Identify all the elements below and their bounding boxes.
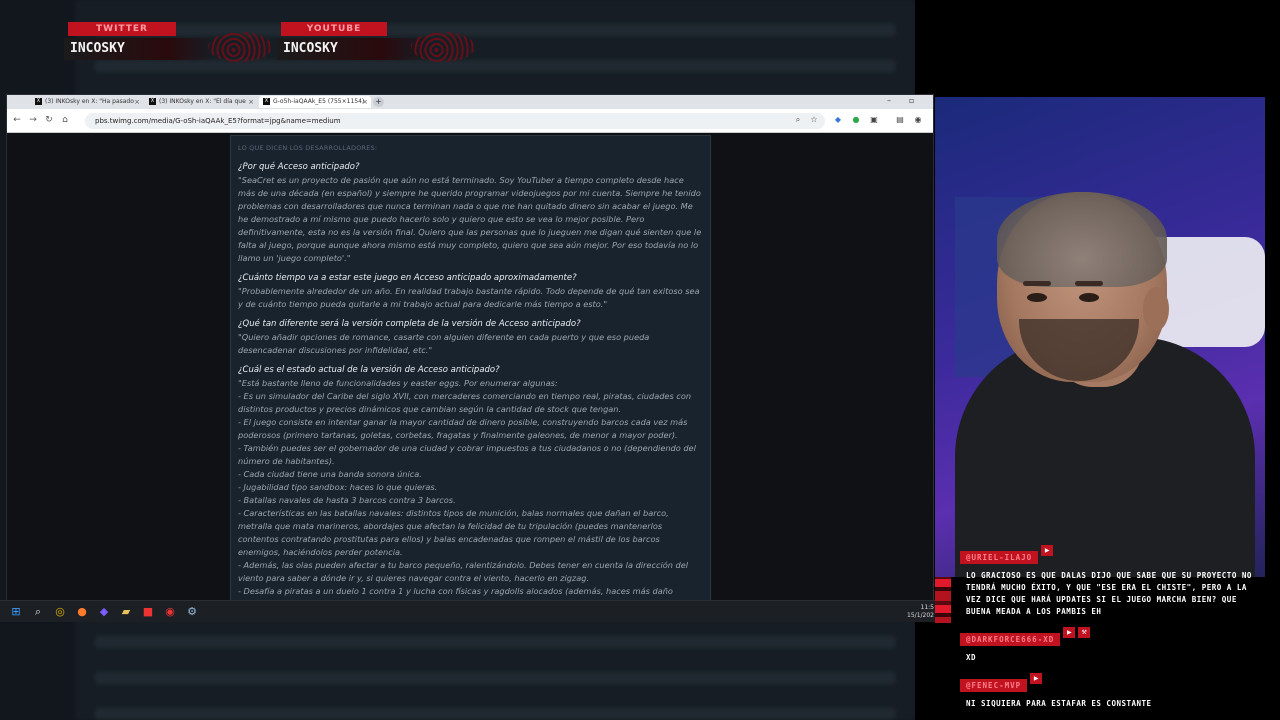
browser-tab-2[interactable]: X (3) INKOsky en X: "El día que × <box>145 96 257 108</box>
chat-username: @FENEC-MVP <box>960 679 1028 692</box>
answer: "Está bastante lleno de funcionalidades … <box>238 378 696 601</box>
system-clock: 11:5 15/1/202 <box>907 604 934 620</box>
steam-icon[interactable]: ⚙ <box>185 605 199 619</box>
streamer-ear <box>1143 287 1169 331</box>
social-badge-youtube: YOUTUBE INCOSKY <box>277 22 481 62</box>
swirl-decoration <box>208 32 272 62</box>
eyebrow <box>1023 281 1051 286</box>
browser-window: X (3) INKOsky en X: "Ha pasado × X (3) INKO… <box>6 94 934 601</box>
close-icon[interactable]: × <box>362 96 368 108</box>
stream-frame: TWITTER INCOSKY YOUTUBE INCOSKY X (3) INK… <box>0 0 1280 720</box>
question: ¿Cuánto tiempo va a estar este juego en … <box>238 273 577 283</box>
extensions-puzzle-icon[interactable]: ▣ <box>869 115 879 125</box>
x-logo-icon: X <box>35 98 42 105</box>
close-icon[interactable]: × <box>134 96 140 108</box>
answer: "Quiero añadir opciones de romance, casa… <box>238 332 650 355</box>
wrench-badge-icon: ⚒ <box>1078 627 1091 638</box>
chat-message: @DARKFORCE666-XD▶ ⚒ XD <box>960 627 1260 664</box>
url-field[interactable]: pbs.twimg.com/media/G-oSh-iaQAAk_E5?form… <box>85 113 825 129</box>
webcam-feed <box>935 97 1265 577</box>
sidebar-icon[interactable]: ▤ <box>895 115 905 125</box>
chat-username: @URIEL-ILAJO <box>960 551 1039 564</box>
social-handle: INCOSKY <box>277 38 427 60</box>
browser-tab-1[interactable]: X (3) INKOsky en X: "Ha pasado × <box>31 96 143 108</box>
extension-icon[interactable]: ◆ <box>833 115 843 125</box>
chrome-icon[interactable]: ◎ <box>53 605 67 619</box>
zoom-icon[interactable]: ⌕ <box>793 115 803 125</box>
close-icon[interactable]: × <box>248 96 254 108</box>
youtube-badge-icon: ▶ <box>1041 545 1054 556</box>
tab-label: (3) INKOsky en X: "El día que <box>159 98 246 105</box>
app-icon[interactable]: ◉ <box>163 605 177 619</box>
question: ¿Cuál es el estado actual de la versión … <box>238 365 500 375</box>
minimize-icon[interactable]: – <box>887 96 891 105</box>
clock-date: 15/1/202 <box>907 612 934 619</box>
search-icon[interactable]: ⌕ <box>31 605 45 619</box>
extension-icon[interactable]: ● <box>851 115 861 125</box>
x-logo-icon: X <box>149 98 156 105</box>
chat-message: @URIEL-ILAJO▶ LO GRACIOSO ES QUE DALAS D… <box>960 545 1260 618</box>
start-icon[interactable]: ⊞ <box>9 605 23 619</box>
tab-label: G-o5h-iaQAAk_E5 (755×1154) <box>273 98 365 105</box>
image-document: LO QUE DICEN LOS DESARROLLADORES: ¿Por q… <box>230 135 711 601</box>
home-icon[interactable]: ⌂ <box>59 115 71 125</box>
chat-text: XD <box>966 653 977 662</box>
eye <box>1079 293 1099 302</box>
answer: "SeaCret es un proyecto de pasión que aú… <box>238 175 702 263</box>
app-icon[interactable]: ■ <box>141 605 155 619</box>
doc-header: LO QUE DICEN LOS DESARROLLADORES: <box>238 144 378 152</box>
taskbar: ⊞ ⌕ ◎ ● ◆ ▰ ■ ◉ ⚙ 11:5 15/1/202 <box>0 600 940 622</box>
swirl-decoration <box>411 32 475 62</box>
page-viewport: LO QUE DICEN LOS DESARROLLADORES: ¿Por q… <box>7 133 933 601</box>
x-logo-icon: X <box>263 98 270 105</box>
browser-tab-3[interactable]: X G-o5h-iaQAAk_E5 (755×1154) × <box>259 96 371 108</box>
forward-icon[interactable]: → <box>27 115 39 125</box>
chat-text: NI SIQUIERA PARA ESTAFAR ES CONSTANTE <box>966 699 1152 708</box>
folder-icon[interactable]: ▰ <box>119 605 133 619</box>
app-icon[interactable]: ◆ <box>97 605 111 619</box>
chat-username: @DARKFORCE666-XD <box>960 633 1061 646</box>
streamer-hair <box>997 192 1167 287</box>
chat-text: LO GRACIOSO ES QUE DALAS DIJO QUE SABE Q… <box>966 571 1252 616</box>
address-bar: ← → ↻ ⌂ pbs.twimg.com/media/G-oSh-iaQAAk… <box>7 109 933 133</box>
clock-time: 11:5 <box>920 604 934 611</box>
youtube-badge-icon: ▶ <box>1030 673 1043 684</box>
question: ¿Qué tan diferente será la versión compl… <box>238 319 581 329</box>
social-platform: YOUTUBE <box>281 22 387 36</box>
eyebrow <box>1075 281 1103 286</box>
back-icon[interactable]: ← <box>11 115 23 125</box>
eye <box>1027 293 1047 302</box>
social-platform: TWITTER <box>68 22 176 36</box>
chat-overlay: @URIEL-ILAJO▶ LO GRACIOSO ES QUE DALAS D… <box>960 545 1260 715</box>
maximize-icon[interactable]: ▫ <box>909 96 914 105</box>
social-handle: INCOSKY <box>64 38 214 60</box>
youtube-badge-icon: ▶ <box>1063 627 1076 638</box>
reload-icon[interactable]: ↻ <box>43 115 55 125</box>
firefox-icon[interactable]: ● <box>75 605 89 619</box>
tab-label: (3) INKOsky en X: "Ha pasado <box>45 98 134 105</box>
tab-bar: X (3) INKOsky en X: "Ha pasado × X (3) INKO… <box>7 95 933 109</box>
new-tab-button[interactable]: + <box>373 97 384 107</box>
social-badge-twitter: TWITTER INCOSKY <box>64 22 272 62</box>
question: ¿Por qué Acceso anticipado? <box>238 162 360 172</box>
chat-message: @FENEC-MVP▶ NI SIQUIERA PARA ESTAFAR ES … <box>960 673 1260 710</box>
answer: "Probablemente alrededor de un año. En r… <box>238 286 700 309</box>
star-icon[interactable]: ☆ <box>809 115 819 125</box>
profile-icon[interactable]: ◉ <box>913 115 923 125</box>
